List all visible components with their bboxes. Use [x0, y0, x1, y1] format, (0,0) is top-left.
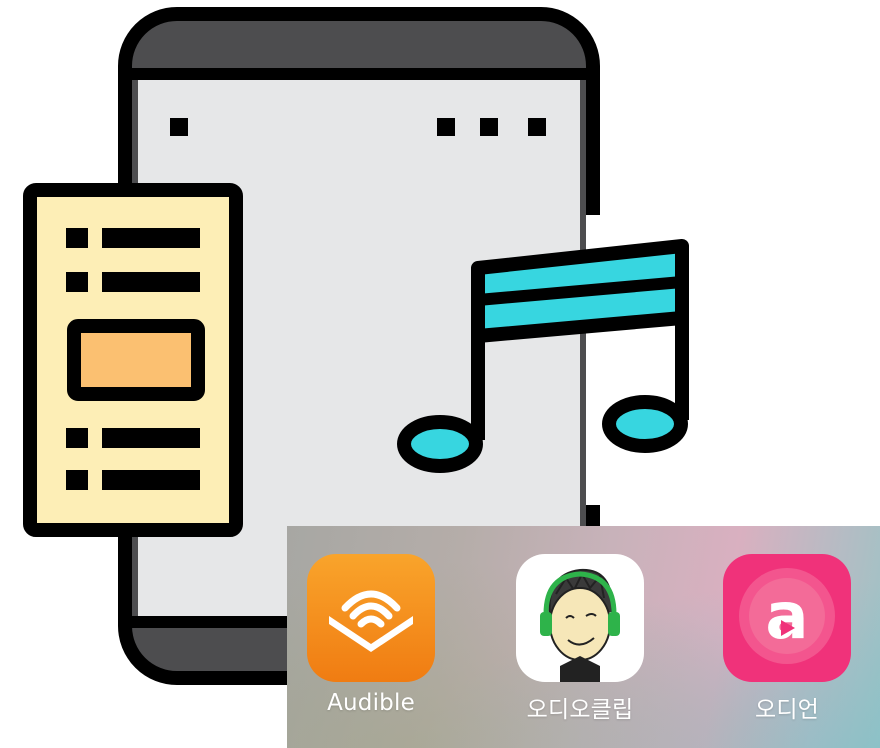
audioclip-icon[interactable]	[516, 554, 644, 682]
app-label-audien: 오디언	[754, 697, 820, 723]
audien-icon[interactable]: a	[723, 554, 851, 682]
app-audien[interactable]: a 오디언	[712, 554, 862, 724]
app-label-audible: Audible	[327, 690, 415, 716]
app-audible[interactable]: Audible	[296, 554, 446, 716]
document-icon	[23, 183, 243, 537]
app-dock: Audible 오디오클립 a 오디언	[287, 526, 880, 748]
audien-glyph: a	[765, 580, 808, 654]
app-label-audioclip: 오디오클립	[526, 697, 634, 723]
app-audioclip[interactable]: 오디오클립	[505, 554, 655, 724]
audible-icon[interactable]	[307, 554, 435, 682]
